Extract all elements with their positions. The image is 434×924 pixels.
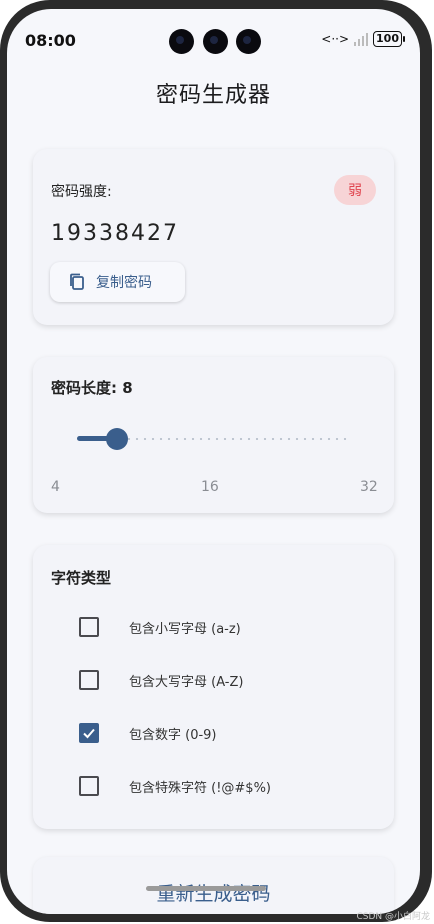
length-min-label: 4 xyxy=(51,479,60,495)
camera-icon xyxy=(203,29,228,54)
battery-icon: 100 xyxy=(373,31,405,47)
camera-icon xyxy=(169,29,194,54)
character-type-title: 字符类型 xyxy=(51,569,112,587)
strength-label: 密码强度: xyxy=(51,184,112,200)
uppercase-checkbox[interactable] xyxy=(79,670,99,690)
length-slider-thumb[interactable] xyxy=(106,428,128,450)
option-lowercase[interactable]: 包含小写字母 (a-z) xyxy=(79,617,241,637)
option-label: 包含大写字母 (A-Z) xyxy=(129,674,244,690)
length-mid-label: 16 xyxy=(201,479,219,495)
option-numbers[interactable]: 包含数字 (0-9) xyxy=(79,723,217,743)
copy-password-button[interactable]: 复制密码 xyxy=(50,262,185,302)
app-screen: 08:00 <··> 100 密码生成器 密码强度: 弱 19338427 复制… xyxy=(7,9,420,914)
status-icons: <··> 100 xyxy=(321,31,405,47)
data-transfer-icon: <··> xyxy=(321,32,350,46)
length-title: 密码长度: 8 xyxy=(51,379,133,397)
strength-badge: 弱 xyxy=(334,175,376,205)
copy-button-label: 复制密码 xyxy=(96,275,152,291)
status-time: 08:00 xyxy=(25,31,76,50)
option-special[interactable]: 包含特殊字符 (!@#$%) xyxy=(79,776,271,796)
watermark: CSDN @小白阿龙 xyxy=(356,912,430,922)
character-type-card: 字符类型 包含小写字母 (a-z) 包含大写字母 (A-Z) 包含数字 (0-9… xyxy=(33,545,394,829)
special-checkbox[interactable] xyxy=(79,776,99,796)
option-label: 包含数字 (0-9) xyxy=(129,727,217,743)
check-icon xyxy=(83,728,95,739)
option-label: 包含小写字母 (a-z) xyxy=(129,621,241,637)
page-title: 密码生成器 xyxy=(155,83,271,108)
camera-icon xyxy=(236,29,261,54)
lowercase-checkbox[interactable] xyxy=(79,617,99,637)
signal-icon xyxy=(354,32,369,46)
length-card: 密码长度: 8 4 16 32 xyxy=(33,357,394,513)
password-card: 密码强度: 弱 19338427 复制密码 xyxy=(33,149,394,325)
option-label: 包含特殊字符 (!@#$%) xyxy=(129,780,272,796)
option-uppercase[interactable]: 包含大写字母 (A-Z) xyxy=(79,670,243,690)
length-max-label: 32 xyxy=(360,479,378,495)
home-indicator xyxy=(146,886,266,891)
phone-frame: 08:00 <··> 100 密码生成器 密码强度: 弱 19338427 复制… xyxy=(0,0,432,922)
password-value: 19338427 xyxy=(51,221,179,246)
numbers-checkbox[interactable] xyxy=(79,723,99,743)
copy-icon xyxy=(70,273,84,290)
